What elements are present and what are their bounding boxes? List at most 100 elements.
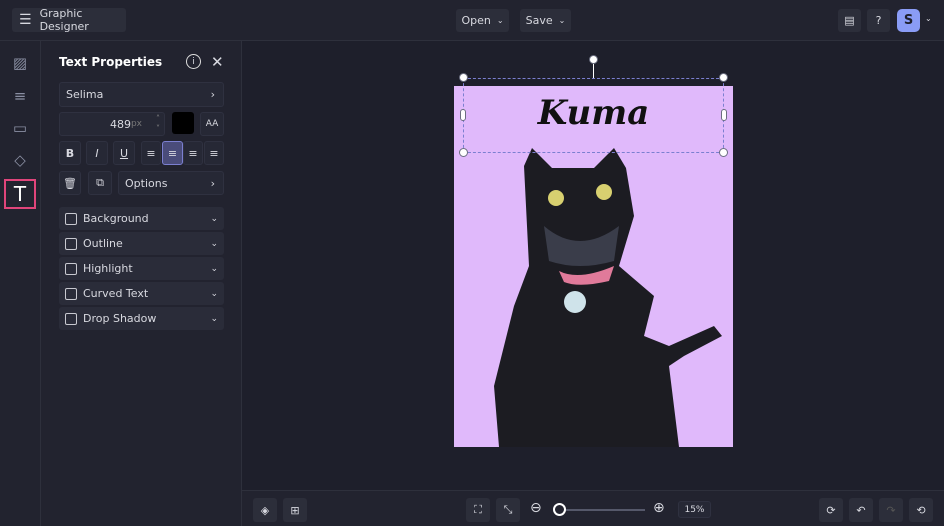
- checkbox[interactable]: [65, 287, 77, 300]
- zoom-slider[interactable]: [560, 509, 645, 511]
- zoom-out-icon[interactable]: ⊖: [530, 500, 542, 516]
- shapes-icon[interactable]: ◇: [8, 148, 32, 172]
- expand-icon: ⛶: [474, 503, 482, 516]
- chevron-down-icon[interactable]: ⌄: [925, 14, 932, 23]
- unit-label: px: [130, 119, 142, 129]
- chevron-down-icon: ⌄: [210, 313, 218, 324]
- panel-title: Text Properties: [59, 55, 163, 69]
- redo-icon: ↷: [886, 503, 896, 517]
- open-button[interactable]: Open ⌄: [456, 9, 509, 32]
- justify-icon: ≡: [209, 146, 219, 160]
- layers-icon: ◈: [260, 503, 270, 517]
- text-properties-panel: Text Properties i ✕ Selima › 489 px ˄ ˅ AA B…: [41, 41, 242, 526]
- resize-handle[interactable]: [719, 73, 728, 82]
- trash-icon: 🗑: [63, 176, 77, 190]
- chevron-down-icon: ⌄: [210, 238, 218, 249]
- italic-button[interactable]: I: [86, 141, 108, 165]
- stepper-icon[interactable]: ˄ ˅: [156, 114, 160, 134]
- resize-handle[interactable]: [460, 109, 466, 121]
- image-icon[interactable]: ▨: [8, 51, 32, 75]
- chevron-right-icon: ›: [210, 176, 215, 190]
- delete-button[interactable]: 🗑: [59, 171, 81, 195]
- fit-screen-button[interactable]: ⛶: [466, 498, 490, 522]
- section-highlight[interactable]: Highlight ⌄: [59, 257, 224, 280]
- layers-button[interactable]: ◈: [253, 498, 277, 522]
- history-button[interactable]: ⟲: [909, 498, 933, 522]
- zoom-level[interactable]: 15%: [678, 501, 711, 518]
- resize-handle[interactable]: [719, 148, 728, 157]
- rotate-stem: [593, 63, 594, 78]
- undo-button[interactable]: ↶: [849, 498, 873, 522]
- info-icon[interactable]: i: [186, 54, 201, 69]
- resize-handle[interactable]: [459, 148, 468, 157]
- zoom-in-icon[interactable]: ⊕: [653, 500, 665, 516]
- zoom-slider-thumb[interactable]: [553, 503, 566, 516]
- chevron-down-icon: ⌄: [210, 263, 218, 274]
- layout-icon[interactable]: ▭: [8, 116, 32, 140]
- bold-button[interactable]: B: [59, 141, 81, 165]
- sync-button[interactable]: ⟳: [819, 498, 843, 522]
- align-left-icon: ≡: [146, 146, 156, 160]
- text-tool-icon[interactable]: T: [4, 179, 36, 209]
- duplicate-icon: ⧉: [96, 176, 104, 189]
- redo-button[interactable]: ↷: [879, 498, 903, 522]
- section-outline[interactable]: Outline ⌄: [59, 232, 224, 255]
- section-label: Curved Text: [83, 287, 149, 300]
- tool-rail: ▨ ≡ ▭ ◇ T: [0, 41, 41, 526]
- canvas-text[interactable]: Kuma: [464, 93, 723, 133]
- align-left-button[interactable]: ≡: [141, 141, 161, 165]
- section-drop-shadow[interactable]: Drop Shadow ⌄: [59, 307, 224, 330]
- section-label: Outline: [83, 237, 123, 250]
- help-icon: ?: [875, 14, 882, 27]
- chevron-down-icon: ⌄: [496, 16, 504, 25]
- top-bar: ☰ Graphic Designer Open ⌄ Save ⌄ ▤ ? S ⌄: [0, 0, 944, 41]
- close-icon[interactable]: ✕: [211, 53, 224, 71]
- sync-icon: ⟳: [826, 503, 836, 517]
- options-label: Options: [125, 176, 168, 190]
- chevron-down-icon: ⌄: [210, 213, 218, 224]
- align-center-icon: ≡: [167, 146, 178, 160]
- grid-button[interactable]: ⊞: [283, 498, 307, 522]
- text-transform-button[interactable]: AA: [200, 112, 224, 136]
- font-size-input[interactable]: 489 px ˄ ˅: [59, 112, 165, 136]
- case-icon: AA: [205, 119, 219, 129]
- history-icon: ⟲: [916, 503, 926, 517]
- section-curved-text[interactable]: Curved Text ⌄: [59, 282, 224, 305]
- app-title: Graphic Designer: [39, 7, 89, 33]
- hamburger-icon: ☰: [19, 12, 32, 28]
- avatar[interactable]: S: [897, 9, 920, 32]
- align-center-button[interactable]: ≡: [162, 141, 183, 165]
- comments-button[interactable]: ▤: [838, 9, 861, 32]
- color-swatch[interactable]: [172, 112, 194, 134]
- save-button[interactable]: Save ⌄: [520, 9, 571, 32]
- checkbox[interactable]: [65, 212, 77, 225]
- options-button[interactable]: Options ›: [118, 171, 224, 195]
- open-label: Open: [461, 14, 491, 27]
- comment-icon: ▤: [844, 14, 855, 27]
- align-right-button[interactable]: ≡: [183, 141, 203, 165]
- adjustments-icon[interactable]: ≡: [8, 84, 32, 108]
- resize-handle[interactable]: [459, 73, 468, 82]
- text-selection-box[interactable]: Kuma: [463, 78, 724, 153]
- collapse-icon: ⤡: [503, 503, 513, 516]
- duplicate-button[interactable]: ⧉: [88, 171, 112, 195]
- help-button[interactable]: ?: [867, 9, 890, 32]
- font-select[interactable]: Selima ›: [59, 82, 224, 107]
- bottom-toolbar: ◈ ⊞ ⛶ ⤡ ⊖ ⊕ 15% ⟳ ↶ ↷ ⟲: [242, 490, 944, 526]
- font-name: Selima: [66, 88, 104, 101]
- checkbox[interactable]: [65, 262, 77, 275]
- section-label: Highlight: [83, 262, 133, 275]
- undo-icon: ↶: [856, 503, 866, 517]
- align-right-icon: ≡: [188, 146, 198, 160]
- section-label: Drop Shadow: [83, 312, 157, 325]
- menu-button[interactable]: ☰ Graphic Designer: [12, 7, 126, 33]
- justify-button[interactable]: ≡: [204, 141, 224, 165]
- checkbox[interactable]: [65, 237, 77, 250]
- underline-button[interactable]: U: [113, 141, 135, 165]
- italic-icon: I: [95, 146, 99, 160]
- checkbox[interactable]: [65, 312, 77, 325]
- section-background[interactable]: Background ⌄: [59, 207, 224, 230]
- resize-handle[interactable]: [721, 109, 727, 121]
- rotate-handle[interactable]: [589, 55, 598, 64]
- shrink-button[interactable]: ⤡: [496, 498, 520, 522]
